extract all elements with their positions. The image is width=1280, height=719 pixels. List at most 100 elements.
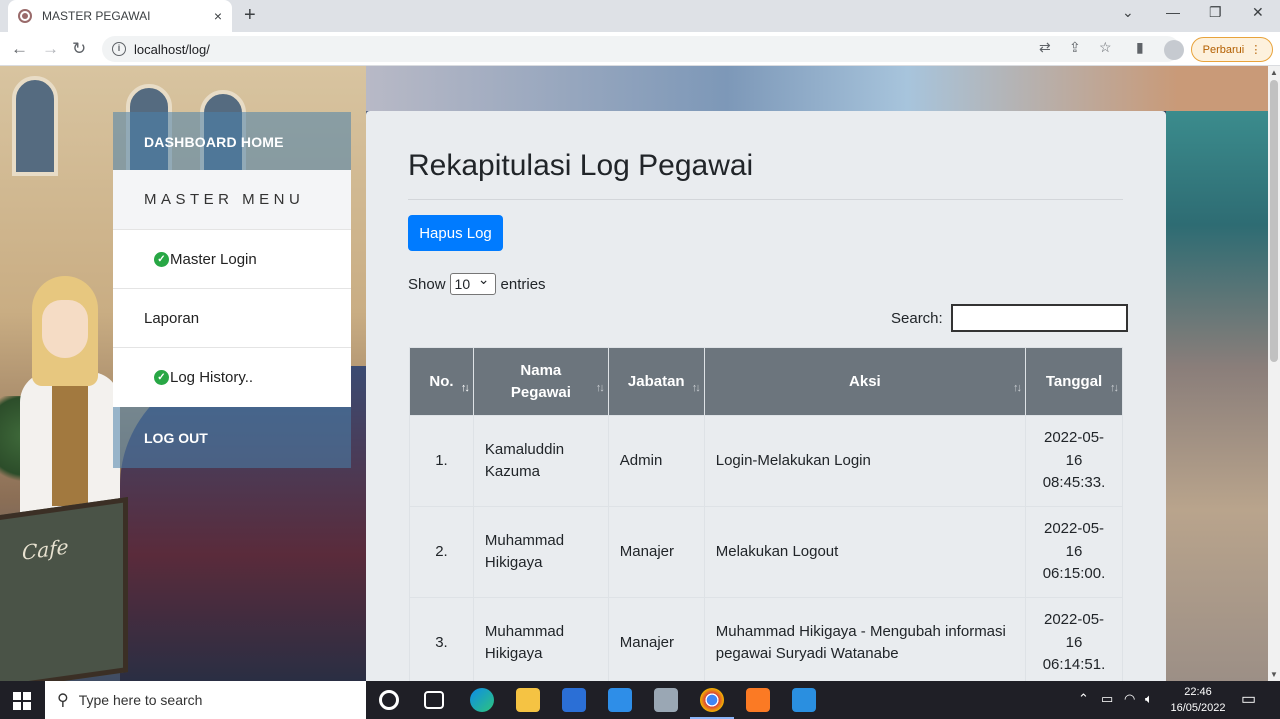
column-header-nama-pegawai[interactable]: Nama Pegawai ↑↓ <box>472 347 609 416</box>
cell-no: 2. <box>409 506 474 598</box>
store-icon[interactable] <box>562 688 586 712</box>
xampp-icon[interactable] <box>746 688 770 712</box>
header-label: Tanggal <box>1045 372 1103 390</box>
sort-icon: ↑↓ <box>1013 382 1022 394</box>
cell-nama: Kamaluddin Kazuma <box>472 415 609 507</box>
page-scrollbar[interactable]: ▲ ▼ <box>1268 66 1280 681</box>
background-cafe-people <box>1166 111 1268 681</box>
sidebar-item-label: Master Login <box>170 250 257 268</box>
check-circle-icon: ✓ <box>154 370 169 385</box>
table-row: 1. Kamaluddin Kazuma Admin Login-Melakuk… <box>409 415 1123 507</box>
cell-aksi: Login-Melakukan Login <box>703 415 1027 507</box>
header-label: Jabatan <box>627 372 685 390</box>
bookmark-star-icon[interactable]: ☆ <box>1099 39 1112 56</box>
update-button-label: Perbarui <box>1202 43 1245 56</box>
notification-icon[interactable]: ▭ <box>1241 689 1256 709</box>
scroll-up-icon[interactable]: ▲ <box>1270 68 1278 77</box>
column-header-aksi[interactable]: Aksi ↑↓ <box>703 347 1027 416</box>
sidebar-menu: MASTER MENU ✓ Master Login Laporan ✓ Log… <box>113 170 351 407</box>
back-icon[interactable]: ← <box>11 39 28 59</box>
edge-icon[interactable] <box>470 688 494 712</box>
header-label: No. <box>429 372 454 390</box>
scrollbar-thumb[interactable] <box>1270 80 1278 362</box>
search-icon: ⚲ <box>57 692 69 709</box>
logout-link[interactable]: LOG OUT <box>144 430 208 446</box>
sidebar-item-label: Log History.. <box>170 369 254 386</box>
cell-no: 1. <box>409 415 474 507</box>
dashboard-home-link[interactable]: DASHBOARD HOME <box>144 134 284 150</box>
scroll-down-icon[interactable]: ▼ <box>1270 670 1278 679</box>
cell-jabatan: Admin <box>607 415 705 507</box>
entries-select[interactable]: 10 <box>449 271 496 295</box>
battery-icon[interactable]: ▭ <box>1101 691 1113 707</box>
cell-aksi: Muhammad Hikigaya - Mengubah informasi p… <box>703 597 1027 681</box>
new-tab-icon[interactable]: + <box>244 4 256 27</box>
show-label: Show <box>408 275 446 293</box>
reload-icon[interactable]: ↻ <box>72 39 86 59</box>
maximize-icon[interactable]: ❐ <box>1209 4 1222 21</box>
share-icon[interactable]: ⇪ <box>1069 39 1081 56</box>
check-circle-icon: ✓ <box>154 251 169 267</box>
search-input[interactable] <box>950 304 1128 332</box>
wifi-icon[interactable]: ◠ <box>1124 691 1135 707</box>
entries-label: entries <box>500 275 546 293</box>
cell-nama: Muhammad Hikigaya <box>472 506 609 598</box>
volume-icon[interactable]: 🔈︎ <box>1145 691 1153 707</box>
column-header-no[interactable]: No. ↑↓ <box>409 347 474 416</box>
favicon-icon <box>18 9 32 23</box>
taskbar: ⚲ Type here to search ⌃ ▭ ◠ 🔈︎ 22:46 16/… <box>0 681 1280 719</box>
cell-tanggal: 2022-05-16 06:14:51. <box>1025 597 1123 681</box>
browser-tab-bar: MASTER PEGAWAI × + ⌄ — ❐ ✕ <box>0 0 1280 32</box>
column-header-jabatan[interactable]: Jabatan ↑↓ <box>607 347 705 416</box>
title-divider <box>408 199 1123 200</box>
header-label: Nama Pegawai <box>510 361 571 401</box>
cortana-icon[interactable] <box>379 690 399 710</box>
header-label: Aksi <box>849 372 881 390</box>
tab-search-icon[interactable]: ⌄ <box>1122 4 1134 21</box>
forward-icon[interactable]: → <box>42 39 59 59</box>
app-icon[interactable] <box>654 688 678 712</box>
sidebar-item-laporan[interactable]: Laporan <box>113 289 351 348</box>
file-explorer-icon[interactable] <box>516 688 540 712</box>
update-button[interactable]: Perbarui ⋮ <box>1191 37 1273 62</box>
site-info-icon[interactable]: i <box>112 42 126 56</box>
cell-jabatan: Manajer <box>607 506 705 598</box>
address-bar: ← → ↻ i localhost/log/ ⇄ ⇪ ☆ ▮ <box>0 32 1280 66</box>
minimize-icon[interactable]: — <box>1166 4 1180 20</box>
url-input[interactable]: i localhost/log/ <box>102 36 1180 62</box>
sidebar-item-log-history[interactable]: ✓ Log History.. <box>113 348 351 407</box>
sort-icon: ↑↓ <box>460 382 470 394</box>
cell-nama: Muhammad Hikigaya <box>472 597 609 681</box>
clock-time: 22:46 <box>1184 686 1212 698</box>
tray-chevron-icon[interactable]: ⌃ <box>1078 691 1089 707</box>
side-panel-icon[interactable]: ▮ <box>1136 39 1144 56</box>
sort-icon: ↑↓ <box>1110 382 1119 394</box>
close-tab-icon[interactable]: × <box>214 8 222 24</box>
taskbar-search-input[interactable]: ⚲ Type here to search <box>45 681 366 719</box>
table-header-row: No. ↑↓ Nama Pegawai ↑↓ Jabatan ↑↓ Aksi ↑↓ Ta… <box>409 347 1123 416</box>
entries-length-control: Show 10 entries <box>408 271 546 295</box>
close-window-icon[interactable]: ✕ <box>1252 4 1264 21</box>
table-search: Search: <box>891 304 1128 332</box>
profile-avatar-icon[interactable] <box>1164 40 1184 60</box>
column-header-tanggal[interactable]: Tanggal ↑↓ <box>1025 347 1123 416</box>
master-menu-heading: MASTER MENU <box>113 170 351 230</box>
translate-icon[interactable]: ⇄ <box>1039 39 1051 56</box>
cafe-sign-text: Cafe <box>22 534 69 565</box>
browser-tab[interactable]: MASTER PEGAWAI × <box>8 0 232 32</box>
hapus-log-button[interactable]: Hapus Log <box>408 215 503 251</box>
url-text: localhost/log/ <box>134 41 210 57</box>
taskbar-search-placeholder: Type here to search <box>78 692 203 708</box>
sidebar: DASHBOARD HOME MASTER MENU ✓ Master Logi… <box>113 112 351 468</box>
task-view-icon[interactable] <box>424 691 444 709</box>
mail-icon[interactable] <box>608 688 632 712</box>
vscode-icon[interactable] <box>792 688 816 712</box>
cell-aksi: Melakukan Logout <box>703 506 1027 598</box>
windows-start-icon[interactable] <box>13 692 31 710</box>
cell-tanggal: 2022-05-16 08:45:33. <box>1025 415 1123 507</box>
sidebar-item-master-login[interactable]: ✓ Master Login <box>113 230 351 289</box>
taskbar-clock[interactable]: 22:46 16/05/2022 <box>1170 684 1226 716</box>
cafe-sign: Cafe <box>0 497 128 681</box>
chrome-icon[interactable] <box>690 688 734 719</box>
sort-icon: ↑↓ <box>595 382 605 394</box>
